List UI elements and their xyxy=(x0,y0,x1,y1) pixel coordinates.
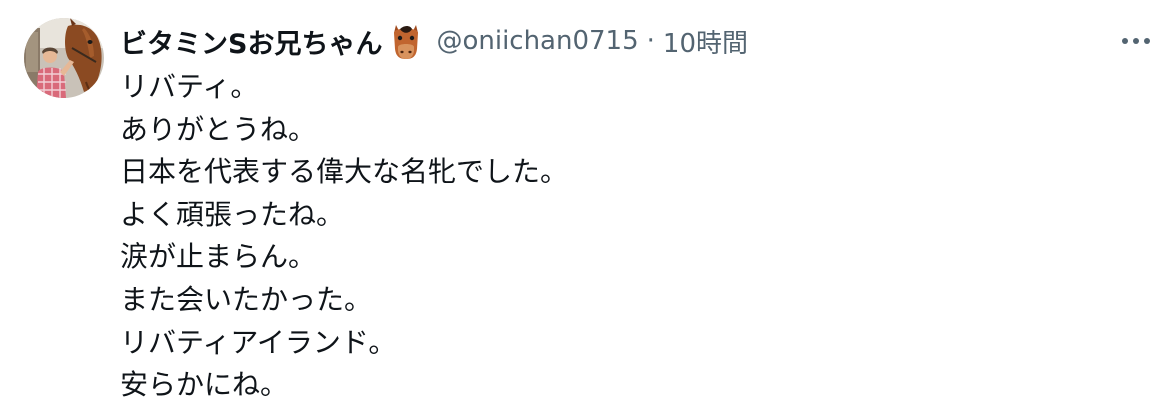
user-handle[interactable]: @oniichan0715 xyxy=(436,26,638,56)
tweet-text: リバティ。 ありがとうね。 日本を代表する偉大な名牝でした。 よく頑張ったね。 … xyxy=(120,66,568,407)
tweet-text-line: また会いたかった。 xyxy=(120,282,373,316)
horse-face-emoji-icon xyxy=(386,21,426,61)
tweet-text-line: 安らかにね。 xyxy=(120,368,289,402)
tweet-text-line: リバティアイランド。 xyxy=(120,325,397,359)
more-options-button[interactable] xyxy=(1118,26,1154,56)
tweet-text-line: 日本を代表する偉大な名牝でした。 xyxy=(120,155,569,189)
more-horizontal-icon xyxy=(1122,38,1150,44)
tweet-text-line: よく頑張ったね。 xyxy=(120,197,345,231)
separator-dot: · xyxy=(646,26,655,56)
avatar[interactable] xyxy=(24,18,104,98)
display-name[interactable]: ビタミンSお兄ちゃん xyxy=(120,22,382,61)
avatar-image xyxy=(24,18,104,98)
tweet-header: ビタミンSお兄ちゃん @oniichan0715 · 10時間 xyxy=(120,18,748,64)
tweet-text-line: ありがとうね。 xyxy=(120,112,317,146)
tweet-text-line: 涙が止まらん。 xyxy=(120,240,317,274)
tweet-text-line: リバティ。 xyxy=(120,70,259,103)
timestamp[interactable]: 10時間 xyxy=(663,23,748,60)
tweet[interactable]: ビタミンSお兄ちゃん @oniichan0715 · 10時間 リバティ。 あり… xyxy=(0,0,1172,416)
